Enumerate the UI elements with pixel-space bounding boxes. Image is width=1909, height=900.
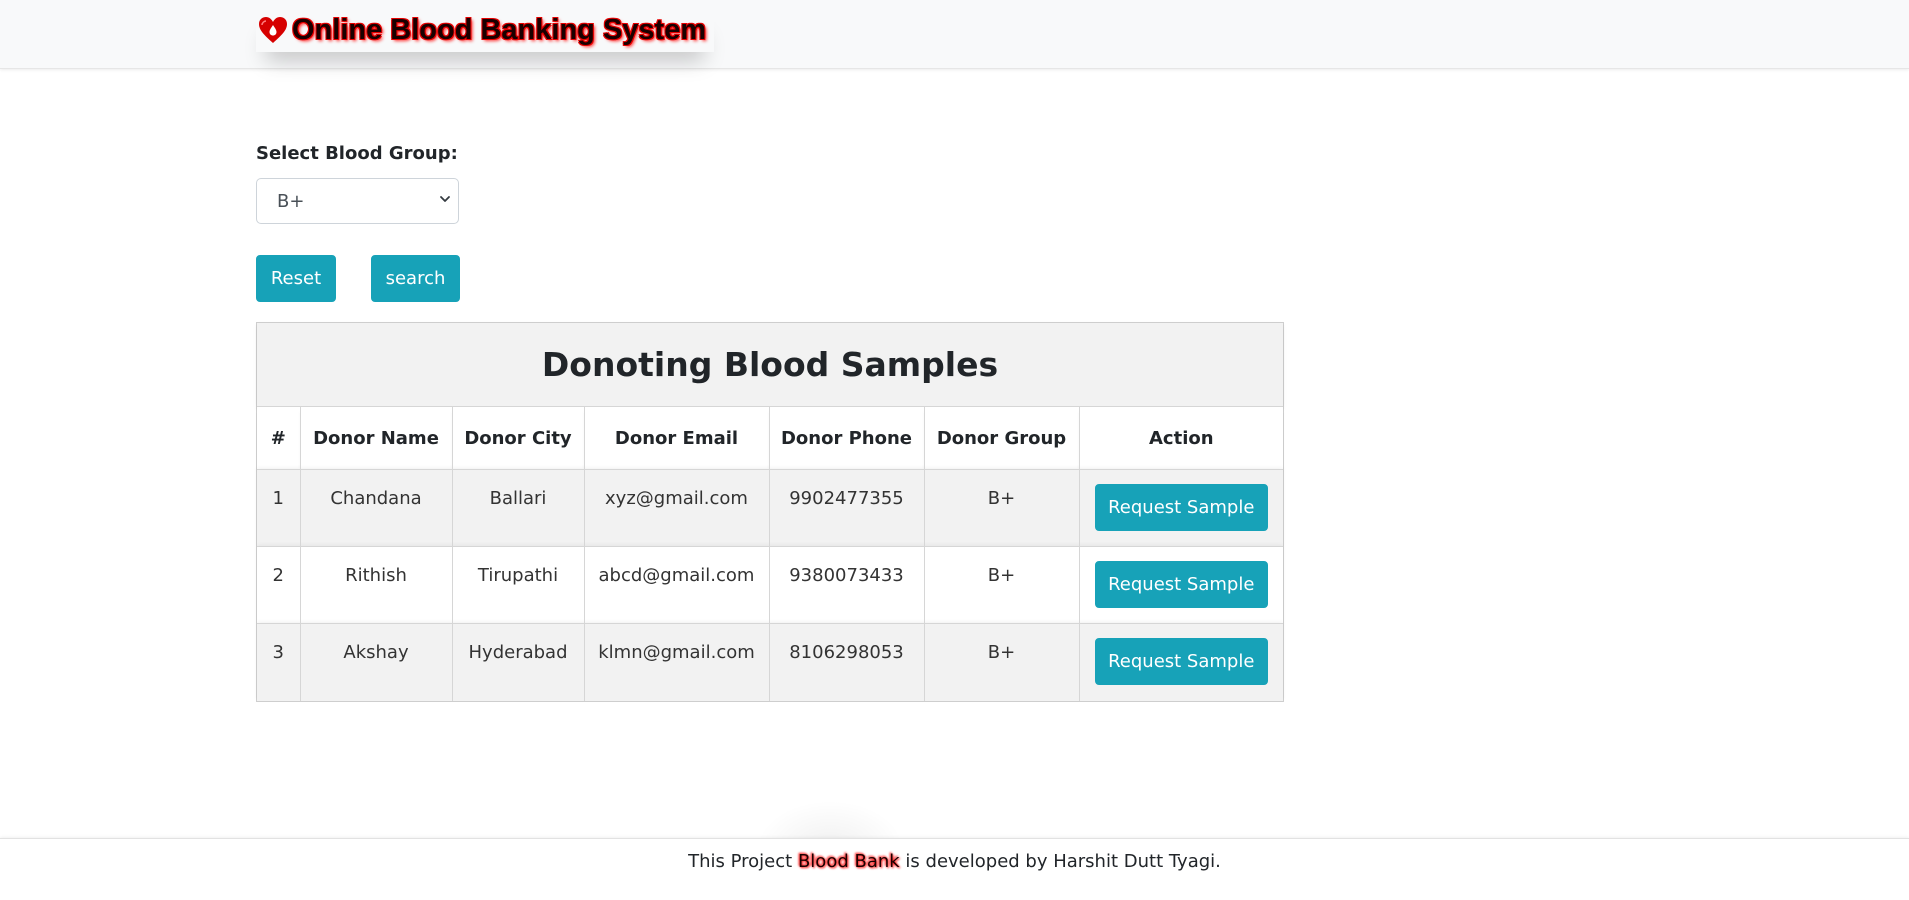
row-number: 2 bbox=[257, 546, 301, 624]
column-header-donor-name: Donor Name bbox=[300, 406, 453, 470]
request-sample-button[interactable]: Request Sample bbox=[1094, 484, 1268, 531]
donor-table: Donoting Blood Samples # Donor Name Dono… bbox=[257, 323, 1284, 701]
action-cell: Request Sample bbox=[1079, 469, 1284, 547]
footer-prefix: This Project bbox=[688, 851, 793, 872]
donor-group: B+ bbox=[924, 623, 1080, 701]
donor-name: Rithish bbox=[300, 546, 453, 624]
table-title: Donoting Blood Samples bbox=[257, 323, 1284, 407]
donor-phone: 8106298053 bbox=[769, 623, 925, 701]
table-caption-row: Donoting Blood Samples bbox=[257, 323, 1284, 407]
request-sample-button[interactable]: Request Sample bbox=[1094, 561, 1268, 608]
row-number: 1 bbox=[257, 469, 301, 547]
donor-city: Hyderabad bbox=[452, 623, 585, 701]
column-header-donor-city: Donor City bbox=[452, 406, 585, 470]
donor-city: Ballari bbox=[452, 469, 585, 547]
column-header-donor-email: Donor Email bbox=[584, 406, 770, 470]
donor-email: xyz@gmail.com bbox=[584, 469, 770, 547]
action-cell: Request Sample bbox=[1079, 623, 1284, 701]
table-row: 3 Akshay Hyderabad klmn@gmail.com 810629… bbox=[257, 623, 1284, 701]
donor-name: Chandana bbox=[300, 469, 453, 547]
search-button[interactable]: search bbox=[371, 255, 460, 302]
blood-group-select[interactable]: B+ bbox=[256, 178, 459, 224]
donor-city: Tirupathi bbox=[452, 546, 585, 624]
donor-email: abcd@gmail.com bbox=[584, 546, 770, 624]
donor-email: klmn@gmail.com bbox=[584, 623, 770, 701]
footer: This Project Blood Bank is developed by … bbox=[0, 838, 1909, 900]
column-header-donor-group: Donor Group bbox=[924, 406, 1080, 470]
footer-suffix: is developed by Harshit Dutt Tyagi. bbox=[905, 851, 1221, 872]
donor-phone: 9380073433 bbox=[769, 546, 925, 624]
brand-title: Online Blood Banking System bbox=[292, 13, 707, 46]
navbar: Online Blood Banking System bbox=[0, 0, 1909, 69]
donor-phone: 9902477355 bbox=[769, 469, 925, 547]
column-header-action: Action bbox=[1079, 406, 1284, 470]
donor-group: B+ bbox=[924, 546, 1080, 624]
blood-group-label: Select Blood Group: bbox=[256, 143, 458, 164]
reset-button[interactable]: Reset bbox=[256, 255, 336, 302]
footer-highlight: Blood Bank bbox=[797, 851, 900, 872]
blood-group-select-wrapper: B+ bbox=[256, 178, 459, 224]
donor-table-card: Donoting Blood Samples # Donor Name Dono… bbox=[256, 322, 1284, 702]
table-row: 2 Rithish Tirupathi abcd@gmail.com 93800… bbox=[257, 546, 1284, 624]
column-header-number: # bbox=[257, 406, 301, 470]
donor-name: Akshay bbox=[300, 623, 453, 701]
action-cell: Request Sample bbox=[1079, 546, 1284, 624]
column-header-donor-phone: Donor Phone bbox=[769, 406, 925, 470]
donor-group: B+ bbox=[924, 469, 1080, 547]
brand-link[interactable]: Online Blood Banking System bbox=[256, 8, 714, 52]
request-sample-button[interactable]: Request Sample bbox=[1094, 638, 1268, 685]
table-header-row: # Donor Name Donor City Donor Email Dono… bbox=[257, 406, 1284, 470]
row-number: 3 bbox=[257, 623, 301, 701]
blood-drop-heart-icon bbox=[259, 17, 287, 43]
table-row: 1 Chandana Ballari xyz@gmail.com 9902477… bbox=[257, 469, 1284, 547]
